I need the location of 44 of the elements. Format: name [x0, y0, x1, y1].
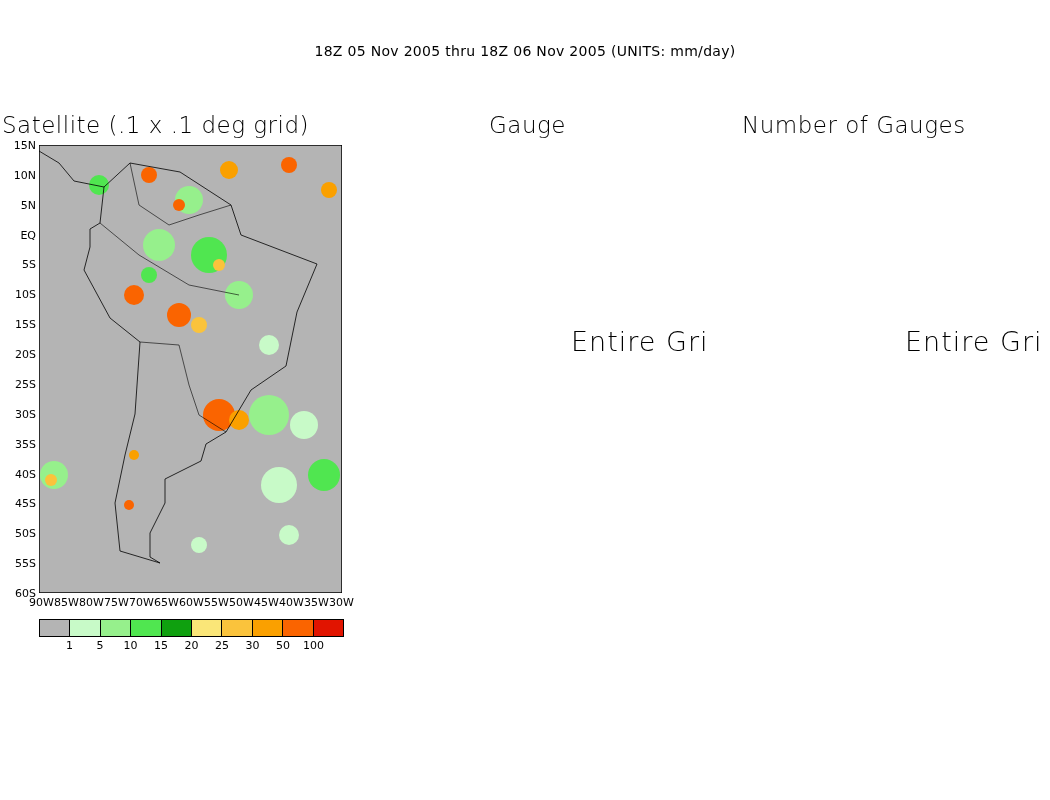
latitude-label: 30S: [15, 408, 36, 420]
longitude-label: 45W: [254, 596, 279, 609]
latitude-label: 10S: [15, 288, 36, 300]
latitude-label: 5S: [22, 258, 36, 270]
longitude-label: 75W: [104, 596, 129, 609]
longitude-label: 30W: [329, 596, 354, 609]
panel-title: Number of Gauges: [742, 111, 966, 139]
longitude-label: 40W: [279, 596, 304, 609]
latitude-label: 25S: [15, 378, 36, 390]
longitude-label: 60W: [179, 596, 204, 609]
scale-label: 20: [184, 639, 199, 652]
longitude-label: 80W: [79, 596, 104, 609]
longitude-label: 65W: [154, 596, 179, 609]
scale-label: 1: [66, 639, 73, 652]
scale-label: 15: [154, 639, 168, 652]
latitude-label: 35S: [15, 438, 36, 450]
latitude-label: 40S: [15, 468, 36, 480]
scale-label: 100: [303, 639, 324, 652]
latitude-label: 20S: [15, 348, 36, 360]
scale-label: 10: [123, 639, 138, 652]
latitude-label: 15S: [15, 318, 36, 330]
scale-label: 5: [96, 639, 104, 652]
scale-label: 25: [215, 639, 229, 652]
longitude-label: 35W: [304, 596, 329, 609]
longitude-label: 55W: [204, 596, 229, 609]
latitude-label: 50S: [15, 527, 36, 539]
longitude-label: 50W: [229, 596, 254, 609]
panel-title: Satellite (.1 x .1 deg grid): [2, 111, 310, 139]
latitude-label: 15N: [13, 139, 36, 151]
longitude-label: 85W: [54, 596, 79, 609]
panel-message: Entire Gri: [905, 326, 1043, 357]
panel-title: Gauge: [489, 111, 566, 139]
plot-title: 18Z 05 Nov 2005 thru 18Z 06 Nov 2005 (UNITS: mm/day): [313, 42, 737, 59]
longitude-label: 70W: [129, 596, 154, 609]
scale-label: 50: [276, 639, 290, 652]
longitude-label: 90W: [29, 596, 54, 609]
latitude-label: 10N: [13, 169, 36, 181]
panel-message: Entire Gri: [571, 326, 709, 357]
latitude-label: 45S: [15, 497, 36, 509]
scale-label: 30: [245, 639, 260, 652]
latitude-label: 5N: [20, 199, 36, 211]
latitude-label: 60S: [15, 587, 36, 599]
latitude-label: 55S: [15, 557, 36, 569]
latitude-label: EQ: [20, 229, 36, 241]
